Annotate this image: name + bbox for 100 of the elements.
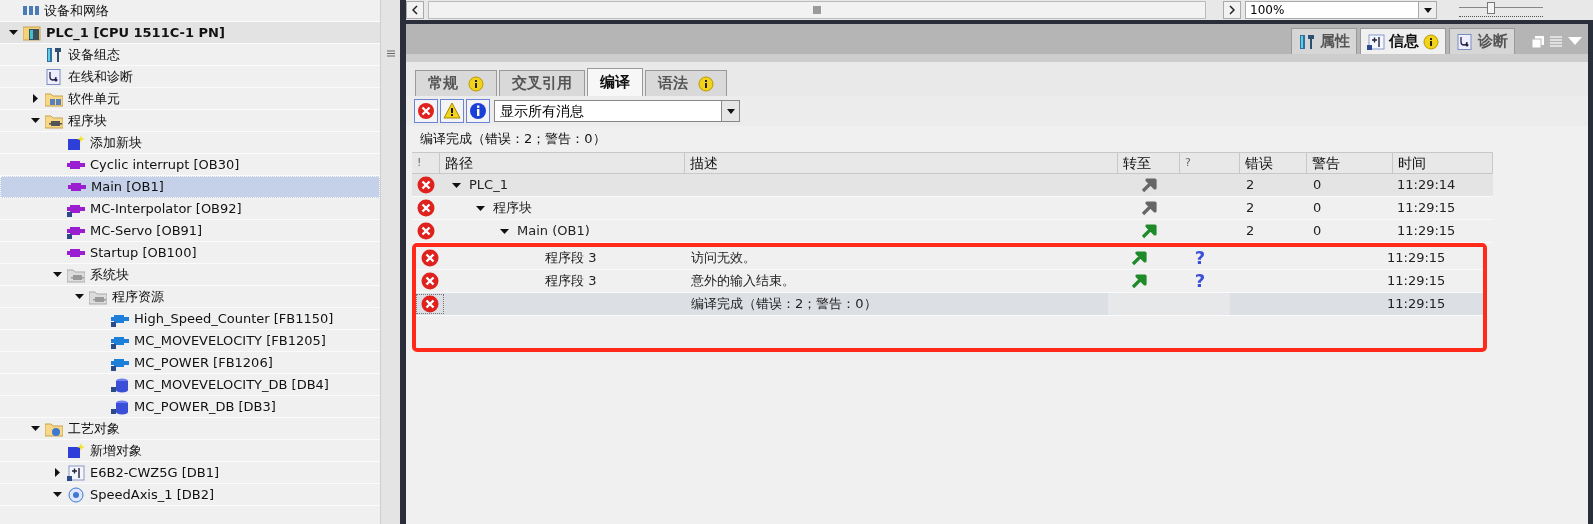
- new-block-icon: [67, 442, 85, 459]
- counter-icon: [1367, 33, 1385, 50]
- column-header[interactable]: 转至: [1118, 153, 1180, 173]
- collapse-arrow-icon[interactable]: [53, 490, 62, 499]
- error-icon: [417, 199, 435, 217]
- inspector-tab[interactable]: 属性: [1291, 28, 1357, 54]
- expand-arrow-icon[interactable]: [31, 94, 40, 103]
- collapse-arrow-icon[interactable]: [31, 116, 40, 125]
- counter-icon: [67, 464, 85, 481]
- message-row[interactable]: 程序段 3 访问无效。 ? 11:29:15: [416, 247, 1483, 270]
- tree-item[interactable]: 软件单元: [0, 88, 380, 110]
- time-text: 11:29:15: [1387, 273, 1446, 289]
- path-text: 程序段 3: [545, 249, 597, 268]
- tree-item[interactable]: Startup [OB100]: [0, 242, 380, 264]
- message-row[interactable]: PLC_1 2 0 11:29:14: [412, 174, 1493, 197]
- tree-item[interactable]: 新增对象: [0, 440, 380, 462]
- go-to-arrow-icon[interactable]: [1141, 223, 1157, 239]
- stethoscope-icon: [45, 68, 63, 85]
- zoom-select[interactable]: 100%: [1245, 1, 1437, 19]
- warning-count: 0: [1313, 200, 1322, 216]
- error-icon: [421, 272, 439, 290]
- inspector-tab[interactable]: 信息: [1360, 28, 1446, 54]
- message-filter-select[interactable]: 显示所有消息: [494, 100, 740, 122]
- tree-item[interactable]: MC_MOVEVELOCITY_DB [DB4]: [0, 374, 380, 396]
- message-tab[interactable]: 语法: [645, 70, 727, 96]
- message-tab[interactable]: 编译: [587, 68, 643, 96]
- tree-item[interactable]: High_Speed_Counter [FB1150]: [0, 308, 380, 330]
- message-tab[interactable]: 交叉引用: [499, 70, 585, 96]
- tree-item[interactable]: 工艺对象: [0, 418, 380, 440]
- message-row[interactable]: 程序块 2 0 11:29:15: [412, 197, 1493, 220]
- message-tab[interactable]: 常规: [415, 70, 497, 96]
- collapse-arrow-icon[interactable]: [9, 28, 18, 37]
- description-text: 访问无效。: [691, 250, 756, 266]
- chevron-right-icon: [1229, 5, 1235, 15]
- go-to-arrow-icon[interactable]: [1131, 250, 1147, 266]
- warning-count: 0: [1313, 177, 1322, 193]
- column-header[interactable]: 路径: [440, 153, 685, 173]
- tree-item[interactable]: 在线和诊断: [0, 66, 380, 88]
- inspector-tab[interactable]: 诊断: [1449, 28, 1515, 54]
- go-to-arrow-icon[interactable]: [1141, 200, 1157, 216]
- column-header[interactable]: !: [412, 153, 440, 173]
- tree-item[interactable]: SpeedAxis_1 [DB2]: [0, 484, 380, 506]
- error-count: 2: [1246, 177, 1255, 193]
- expand-arrow-icon[interactable]: [53, 468, 62, 477]
- folder-icon: [45, 90, 63, 107]
- go-to-arrow-icon[interactable]: [1141, 177, 1157, 193]
- collapse-arrow-icon[interactable]: [500, 226, 509, 236]
- error-filter-button[interactable]: [414, 99, 438, 123]
- collapse-arrow-icon[interactable]: [476, 203, 485, 213]
- help-link[interactable]: ?: [1194, 272, 1206, 290]
- column-header[interactable]: ?: [1180, 153, 1240, 173]
- warning-filter-button[interactable]: [440, 99, 464, 123]
- tree-item[interactable]: PLC_1 [CPU 1511C-1 PN]: [0, 22, 380, 44]
- new-block-icon: [67, 134, 85, 151]
- zoom-slider[interactable]: [1459, 2, 1543, 18]
- message-row[interactable]: 程序段 3 意外的输入结束。 ? 11:29:15: [416, 270, 1483, 293]
- error-icon: [417, 176, 435, 194]
- column-header[interactable]: 描述: [685, 153, 1118, 173]
- network-icon: [23, 6, 39, 15]
- column-header[interactable]: 错误: [1240, 153, 1307, 173]
- error-icon: [421, 295, 439, 313]
- stethoscope-icon: [1456, 33, 1474, 50]
- slider-thumb[interactable]: [1486, 2, 1495, 14]
- dropdown-arrow-icon[interactable]: [1423, 7, 1432, 13]
- scroll-right-button[interactable]: [1223, 1, 1241, 19]
- collapse-arrow-icon[interactable]: [75, 292, 84, 301]
- path-text: 程序块: [493, 199, 532, 218]
- folder-icon: [45, 420, 63, 437]
- tree-item[interactable]: MC_POWER [FB1206]: [0, 352, 380, 374]
- tree-item[interactable]: MC-Interpolator [OB92]: [0, 198, 380, 220]
- database-icon: [111, 376, 129, 393]
- tree-item[interactable]: MC-Servo [OB91]: [0, 220, 380, 242]
- message-row[interactable]: 编译完成（错误：2；警告：0） 11:29:15: [416, 293, 1483, 316]
- column-header[interactable]: 时间: [1393, 153, 1493, 173]
- axis-icon: [67, 486, 85, 503]
- error-count: 2: [1246, 223, 1255, 239]
- message-row[interactable]: Main (OB1) 2 0 11:29:15: [412, 220, 1493, 243]
- compile-summary-text: 编译完成（错误：2；警告：0）: [420, 129, 606, 148]
- device-config-icon: [1298, 33, 1316, 50]
- tree-item[interactable]: MC_MOVEVELOCITY [FB1205]: [0, 330, 380, 352]
- collapse-arrow-icon[interactable]: [53, 270, 62, 279]
- info-filter-button[interactable]: [466, 99, 490, 123]
- path-text: PLC_1: [469, 176, 508, 195]
- tree-item[interactable]: 添加新块: [0, 132, 380, 154]
- tree-item[interactable]: MC_POWER_DB [DB3]: [0, 396, 380, 418]
- collapse-arrow-icon[interactable]: [31, 424, 40, 433]
- tree-item[interactable]: 设备组态: [0, 44, 380, 66]
- tree-item[interactable]: 系统块: [0, 264, 380, 286]
- splitter-grip-icon[interactable]: [386, 50, 395, 57]
- dropdown-arrow-icon[interactable]: [726, 108, 735, 114]
- horizontal-scrollbar[interactable]: [428, 1, 1206, 19]
- tree-item[interactable]: Main [OB1]: [0, 176, 380, 198]
- help-link[interactable]: ?: [1194, 249, 1206, 267]
- column-header[interactable]: 警告: [1307, 153, 1393, 173]
- collapse-arrow-icon[interactable]: [452, 180, 461, 190]
- go-to-arrow-icon[interactable]: [1131, 273, 1147, 289]
- tree-item[interactable]: 程序资源: [0, 286, 380, 308]
- tree-item[interactable]: 程序块: [0, 110, 380, 132]
- scroll-left-button[interactable]: [406, 1, 424, 19]
- tree-item[interactable]: E6B2-CWZ5G [DB1]: [0, 462, 380, 484]
